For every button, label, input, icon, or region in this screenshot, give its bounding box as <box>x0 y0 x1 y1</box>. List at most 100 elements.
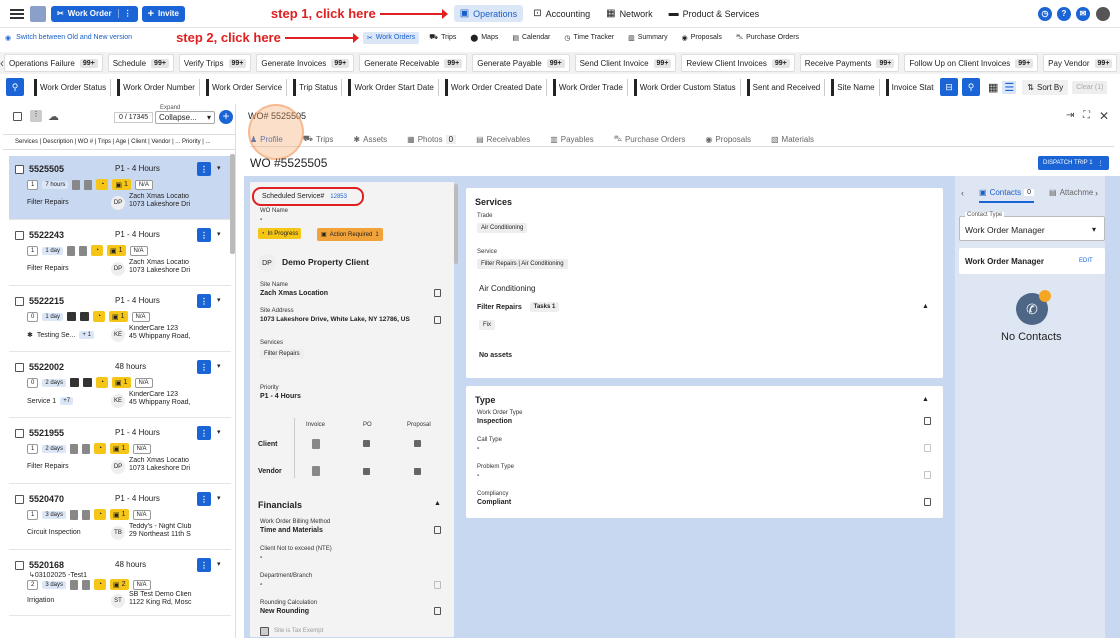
card-checkbox[interactable] <box>15 363 24 372</box>
card-checkbox[interactable] <box>15 165 24 174</box>
filter-8[interactable]: Sent and Received <box>746 78 826 96</box>
chevron-down-icon[interactable]: ▾ <box>217 428 221 436</box>
work-order-card[interactable]: 5525505 P1 - 4 Hours ⋮ ▾ 1 7 hours ◔ ▣ 1 N/A Filt… <box>9 156 231 220</box>
queue-tab-0[interactable]: Operations Failure 99+ <box>4 54 103 72</box>
queue-tab-1[interactable]: Schedule 99+ <box>107 54 174 72</box>
card-checkbox[interactable] <box>15 561 24 570</box>
nav-accounting[interactable]: ⊡ Accounting <box>527 5 596 22</box>
card-checkbox[interactable] <box>15 297 24 306</box>
subnav-purchase-orders[interactable]: ⛍ Purchase Orders <box>732 31 803 44</box>
filter-icon[interactable]: ⚲ <box>6 78 24 96</box>
wo-number[interactable]: 5522243 <box>29 230 64 240</box>
chevron-down-icon[interactable]: ▾ <box>217 164 221 172</box>
client-po-icon[interactable] <box>363 440 370 447</box>
work-order-card[interactable]: 5522215 P1 - 4 Hours ⋮ ▾ 0 1 day ◔ ▣ 1 N/A ✱ Testi… <box>9 288 231 352</box>
invite-button[interactable]: + Invite <box>141 5 185 22</box>
filter-6[interactable]: Work Order Trade <box>552 78 628 96</box>
help-icon[interactable]: ? <box>1057 6 1071 21</box>
vendor-proposal-icon[interactable] <box>414 468 421 475</box>
copy-icon[interactable] <box>434 526 441 534</box>
chevron-up-icon[interactable]: ▲ <box>922 396 929 403</box>
nav-network[interactable]: ▦ Network <box>600 5 658 22</box>
work-order-card[interactable]: 5521955 P1 - 4 Hours ⋮ ▾ 1 2 days ◔ ▣ 1 N/A Filte… <box>9 420 231 484</box>
tab-proposals[interactable]: ◉ Proposals <box>705 135 751 144</box>
more-icon[interactable]: ⋮ <box>30 110 42 122</box>
card-menu-icon[interactable]: ⋮ <box>197 228 211 242</box>
card-menu-icon[interactable]: ⋮ <box>197 294 211 308</box>
subnav-time-tracker[interactable]: ◷ Time Tracker <box>560 32 618 44</box>
list-view-icon[interactable]: ☰ <box>1002 80 1017 94</box>
queue-tab-8[interactable]: Receive Payments 99+ <box>799 54 900 72</box>
copy-icon[interactable] <box>924 417 931 425</box>
filter-3[interactable]: Trip Status <box>293 78 343 96</box>
filter-repairs-row[interactable]: Filter Repairs Tasks 1 <box>477 302 560 312</box>
card-checkbox[interactable] <box>15 495 24 504</box>
work-order-card[interactable]: 5520470 P1 - 4 Hours ⋮ ▾ 1 3 days ◔ ▣ 1 N/A Circu… <box>9 486 231 550</box>
chevron-left-icon[interactable]: ‹ <box>961 188 964 198</box>
work-order-card[interactable]: 5522002 48 hours ⋮ ▾ 0 2 days ◔ ▣ 1 N/A Service 1… <box>9 354 231 418</box>
tab-assets[interactable]: ✱ Assets <box>353 135 387 144</box>
subnav-proposals[interactable]: ◉ Proposals <box>678 32 726 44</box>
profile-scrollbar[interactable] <box>454 184 458 264</box>
work-order-card[interactable]: 5522243 P1 - 4 Hours ⋮ ▾ 1 1 day ◔ ▣ 1 N/A Filter… <box>9 222 231 286</box>
filter-7[interactable]: Work Order Custom Status <box>633 78 741 96</box>
work-order-button[interactable]: ✂ Work Order ⋮ <box>51 5 138 22</box>
sort-by-button[interactable]: ⇅ Sort By <box>1022 79 1069 95</box>
chevron-down-icon[interactable]: ▾ <box>217 560 221 568</box>
user-avatar-icon[interactable] <box>1096 6 1110 21</box>
tax-exempt-checkbox[interactable] <box>260 627 269 636</box>
edit-link[interactable]: EDIT <box>1079 258 1093 264</box>
chevron-right-icon[interactable]: › <box>1095 188 1098 198</box>
tab-contacts[interactable]: ▣ Contacts 0 <box>979 188 1035 203</box>
copy-icon[interactable] <box>434 316 441 324</box>
card-menu-icon[interactable]: ⋮ <box>197 492 211 506</box>
export-icon[interactable]: ⊟ <box>940 78 958 96</box>
client-name[interactable]: Demo Property Client <box>282 257 369 267</box>
filter-settings-icon[interactable]: ⚲ <box>962 78 980 96</box>
copy-icon[interactable] <box>924 498 931 506</box>
cloud-upload-icon[interactable]: ☁ <box>48 110 59 123</box>
chevron-down-icon[interactable]: ▾ <box>217 230 221 238</box>
list-scrollbar[interactable] <box>230 154 235 254</box>
menu-icon[interactable] <box>10 8 24 19</box>
scheduled-service-link[interactable]: 12853 <box>330 194 347 200</box>
tab-materials[interactable]: ▧ Materials <box>771 135 814 144</box>
queue-tab-3[interactable]: Generate Invoices 99+ <box>256 54 355 72</box>
subnav-calendar[interactable]: ▤ Calendar <box>508 32 554 44</box>
in-progress-badge[interactable]: ◔ In Progress <box>258 228 302 239</box>
work-order-card[interactable]: 5520168 ↳03102025 -Test1 48 hours ⋮ ▾ 2 3 days… <box>9 552 231 616</box>
select-all-checkbox[interactable] <box>13 112 22 121</box>
queue-tab-9[interactable]: Follow Up on Client Invoices 99+ <box>904 54 1039 72</box>
site-name[interactable]: Zach Xmas Location <box>260 290 328 297</box>
contact-type-select[interactable]: Contact Type Work Order Manager ▾ <box>959 212 1105 241</box>
copy-icon[interactable] <box>924 471 931 479</box>
chevron-down-icon[interactable]: ▾ <box>217 362 221 370</box>
filter-10[interactable]: Invoice Status <box>885 78 934 96</box>
tab-trips[interactable]: ⛟ Trips <box>303 134 334 144</box>
vendor-po-icon[interactable] <box>363 468 370 475</box>
card-checkbox[interactable] <box>15 231 24 240</box>
copy-icon[interactable] <box>434 581 441 589</box>
chevron-down-icon[interactable]: ▾ <box>217 296 221 304</box>
queue-tab-6[interactable]: Send Client Invoice 99+ <box>574 54 677 72</box>
nav-product-services[interactable]: ▬ Product & Services <box>663 5 766 22</box>
tab-purchase-orders[interactable]: ⛍ Purchase Orders <box>614 134 686 144</box>
wo-number[interactable]: 5522215 <box>29 296 64 306</box>
client-proposal-icon[interactable] <box>414 440 421 447</box>
expand-select[interactable]: Collapse... ▾ <box>155 111 215 124</box>
card-menu-icon[interactable]: ⋮ <box>197 558 211 572</box>
copy-icon[interactable] <box>434 607 441 615</box>
queue-tab-2[interactable]: Verify Trips 99+ <box>178 54 252 72</box>
chevron-up-icon[interactable]: ▲ <box>434 500 441 507</box>
copy-icon[interactable] <box>434 289 441 297</box>
tab-payables[interactable]: ▥ Payables <box>550 135 593 144</box>
vendor-invoice-icon[interactable] <box>312 466 320 476</box>
tab-attachments[interactable]: ▤ Attachme <box>1049 188 1093 197</box>
filter-9[interactable]: Site Name <box>831 78 880 96</box>
card-menu-icon[interactable]: ⋮ <box>197 426 211 440</box>
chevron-down-icon[interactable]: ▾ <box>217 494 221 502</box>
tab-receivables[interactable]: ▤ Receivables <box>476 135 530 144</box>
switch-version-link[interactable]: Switch between Old and New version <box>16 34 132 41</box>
filter-1[interactable]: Work Order Number <box>117 78 200 96</box>
queue-tab-5[interactable]: Generate Payable 99+ <box>472 54 570 72</box>
